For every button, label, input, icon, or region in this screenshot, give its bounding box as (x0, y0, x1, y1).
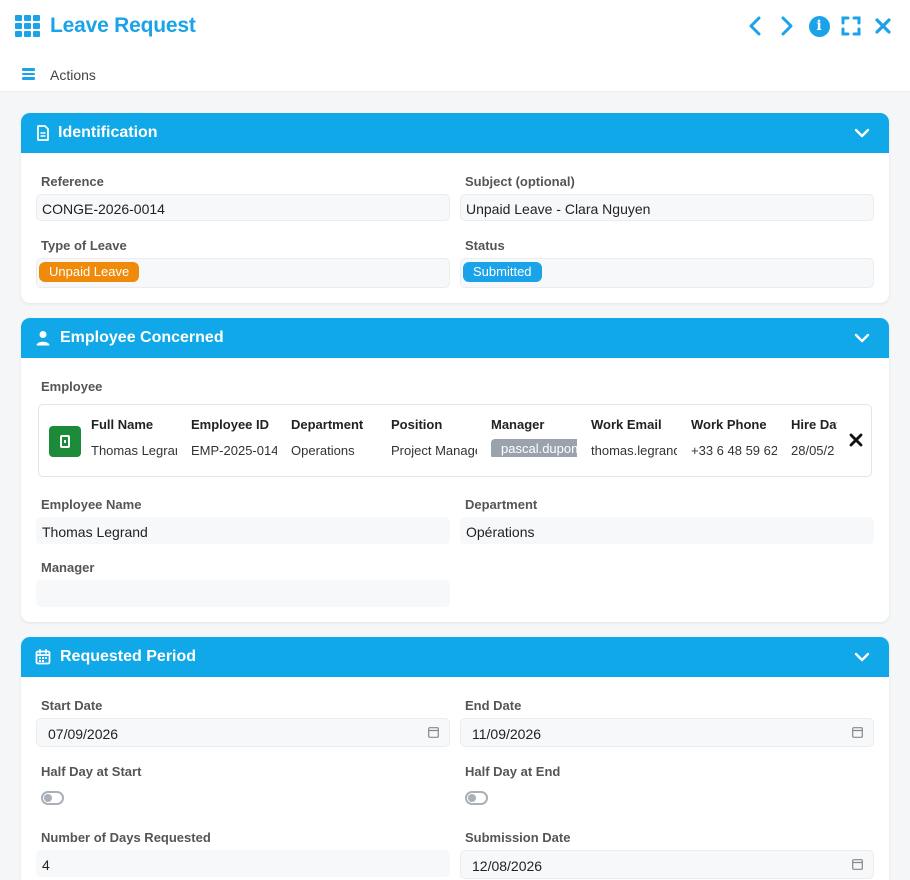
user-icon (36, 331, 50, 346)
start-date-label: Start Date (41, 698, 103, 713)
end-date-value: 11/09/2026 (472, 726, 542, 742)
type-of-leave-badge: Unpaid Leave (39, 262, 140, 282)
calendar-picker-icon[interactable] (428, 726, 439, 738)
chevron-right-icon[interactable] (776, 14, 798, 38)
chevron-down-icon[interactable] (854, 331, 870, 345)
emp-col-department: Department Operations (291, 417, 364, 458)
end-date-input[interactable]: 11/09/2026 (460, 718, 874, 747)
half-day-end-toggle[interactable] (465, 791, 488, 805)
chevron-left-icon[interactable] (744, 14, 766, 38)
employee-header[interactable]: Employee Concerned (21, 318, 889, 358)
half-day-start-toggle[interactable] (41, 791, 64, 805)
employee-name-label: Employee Name (41, 497, 142, 512)
page-title: Leave Request (50, 14, 196, 37)
actions-bar: Actions (0, 54, 910, 92)
subject-field[interactable]: Unpaid Leave - Clara Nguyen (460, 194, 874, 221)
department-field[interactable]: Opérations (460, 517, 874, 544)
chevron-down-icon[interactable] (854, 650, 870, 664)
remove-employee-icon[interactable] (849, 433, 863, 447)
identification-header[interactable]: Identification (21, 113, 889, 153)
requested-period-title: Requested Period (60, 648, 197, 665)
type-of-leave-field[interactable]: Unpaid Leave (36, 258, 450, 288)
info-icon[interactable]: i (808, 14, 830, 38)
calendar-picker-icon[interactable] (852, 726, 863, 738)
emp-col-full-name: Full Name Thomas Legrand (91, 417, 177, 458)
days-requested-field[interactable]: 4 (36, 850, 450, 877)
half-day-start-label: Half Day at Start (41, 764, 142, 779)
type-of-leave-label: Type of Leave (41, 238, 127, 253)
calendar-icon (35, 649, 51, 665)
apps-grid-icon[interactable] (15, 15, 40, 37)
status-badge: Submitted (463, 262, 542, 282)
calendar-picker-icon[interactable] (852, 858, 863, 870)
manager-pill[interactable]: pascal.dupont (491, 439, 577, 457)
manager-field[interactable] (36, 580, 450, 607)
submission-date-label: Submission Date (465, 830, 571, 845)
requested-period-panel: Requested Period Start Date 07/09/2026 E… (21, 637, 889, 880)
menu-icon[interactable] (22, 68, 35, 80)
identification-title: Identification (58, 124, 158, 141)
employee-card[interactable]: Full Name Thomas Legrand Employee ID EMP… (38, 404, 872, 477)
department-label: Department (465, 497, 538, 512)
end-date-label: End Date (465, 698, 522, 713)
submission-date-input[interactable]: 12/08/2026 (460, 850, 874, 879)
emp-col-manager: Manager pascal.dupont (491, 417, 577, 457)
status-label: Status (465, 238, 505, 253)
manager-label: Manager (41, 560, 95, 575)
emp-col-hire-date: Hire Date 28/05/2 (791, 417, 837, 458)
title-bar: Leave Request i (0, 0, 910, 54)
emp-col-work-phone: Work Phone +33 6 48 59 62 (691, 417, 777, 458)
half-day-end-label: Half Day at End (465, 764, 561, 779)
identification-panel: Identification Reference CONGE-2026-0014… (21, 113, 889, 303)
emp-col-position: Position Project Manager (391, 417, 477, 458)
subject-label: Subject (optional) (465, 174, 575, 189)
emp-col-work-email: Work Email thomas.legrand (591, 417, 677, 458)
status-field[interactable]: Submitted (460, 258, 874, 288)
start-date-value: 07/09/2026 (48, 726, 119, 742)
reference-field[interactable]: CONGE-2026-0014 (36, 194, 450, 221)
window-controls: i (744, 14, 894, 38)
actions-menu[interactable]: Actions (50, 67, 96, 83)
leave-request-window: Leave Request i Actions Identification R… (0, 0, 910, 880)
start-date-input[interactable]: 07/09/2026 (36, 718, 450, 747)
emp-col-employee-id: Employee ID EMP-2025-014 (191, 417, 277, 458)
days-requested-label: Number of Days Requested (41, 830, 211, 845)
chevron-down-icon[interactable] (854, 126, 870, 140)
document-icon (37, 125, 49, 141)
submission-date-value: 12/08/2026 (472, 858, 543, 874)
requested-period-header[interactable]: Requested Period (21, 637, 889, 677)
employee-title: Employee Concerned (60, 329, 224, 346)
employee-panel: Employee Concerned Employee Full Name Th… (21, 318, 889, 622)
contact-card-icon (49, 426, 81, 457)
employee-label: Employee (41, 379, 103, 394)
reference-label: Reference (41, 174, 104, 189)
fullscreen-icon[interactable] (840, 14, 862, 38)
employee-name-field[interactable]: Thomas Legrand (36, 517, 450, 544)
close-icon[interactable] (872, 14, 894, 38)
